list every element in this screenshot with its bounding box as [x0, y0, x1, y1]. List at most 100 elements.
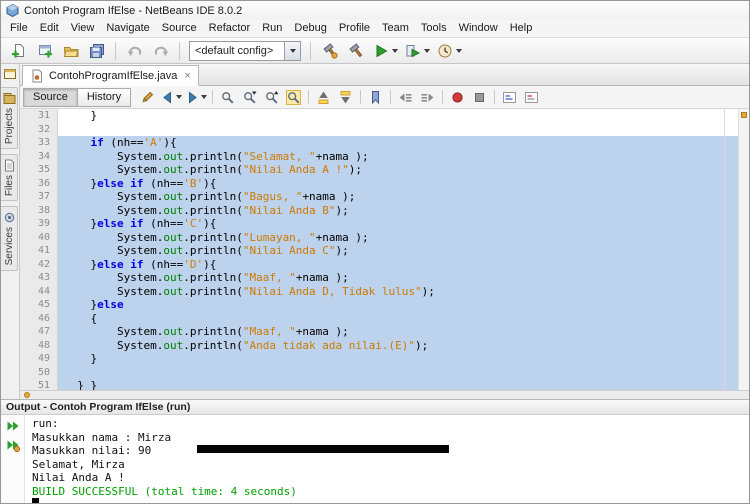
- sidebar-tab-files[interactable]: Files: [1, 154, 18, 202]
- profile-button[interactable]: [434, 40, 465, 62]
- debug-button[interactable]: [402, 40, 433, 62]
- code-line-37[interactable]: System.out.println("Bagus, "+nama );: [58, 190, 738, 204]
- redo-button[interactable]: [148, 40, 173, 62]
- window-group-icon[interactable]: [3, 67, 17, 81]
- code-line-34[interactable]: System.out.println("Selamat, "+nama );: [58, 149, 738, 163]
- new-file-button[interactable]: [6, 40, 31, 62]
- menu-refactor[interactable]: Refactor: [203, 20, 257, 37]
- code-line-41[interactable]: System.out.println("Nilai Anda C");: [58, 244, 738, 258]
- line-number[interactable]: 35: [20, 163, 57, 177]
- menu-run[interactable]: Run: [256, 20, 288, 37]
- menu-debug[interactable]: Debug: [288, 20, 332, 37]
- code-line-48[interactable]: System.out.println("Anda tidak ada nilai…: [58, 338, 738, 352]
- shift-right-button[interactable]: [417, 87, 438, 107]
- menu-help[interactable]: Help: [504, 20, 539, 37]
- menu-profile[interactable]: Profile: [333, 20, 376, 37]
- sidebar-tab-projects[interactable]: Projects: [1, 87, 18, 150]
- menu-tools[interactable]: Tools: [415, 20, 453, 37]
- line-number[interactable]: 42: [20, 258, 57, 272]
- line-number[interactable]: 50: [20, 366, 57, 380]
- code-line-35[interactable]: System.out.println("Nilai Anda A !");: [58, 163, 738, 177]
- find-next-button[interactable]: [239, 87, 260, 107]
- forward-button[interactable]: [184, 87, 208, 107]
- line-number[interactable]: 41: [20, 244, 57, 258]
- line-number[interactable]: 44: [20, 285, 57, 299]
- output-header[interactable]: Output - Contoh Program IfElse (run): [1, 400, 749, 415]
- menu-navigate[interactable]: Navigate: [100, 20, 155, 37]
- code-line-43[interactable]: System.out.println("Maaf, "+nama );: [58, 271, 738, 285]
- menu-file[interactable]: File: [4, 20, 34, 37]
- menu-edit[interactable]: Edit: [34, 20, 65, 37]
- toggle-highlight-button[interactable]: [283, 87, 304, 107]
- code-line-36[interactable]: }else if (nh=='B'){: [58, 176, 738, 190]
- line-number[interactable]: 37: [20, 190, 57, 204]
- line-number[interactable]: 48: [20, 339, 57, 353]
- build-button[interactable]: [343, 40, 368, 62]
- code-line-33[interactable]: if (nh=='A'){: [58, 136, 738, 150]
- code-line-51[interactable]: } }: [58, 379, 738, 390]
- view-button-history[interactable]: History: [77, 87, 132, 107]
- code-line-46[interactable]: {: [58, 311, 738, 325]
- sidebar-rail: Projects Files Services: [1, 64, 20, 399]
- error-stripe[interactable]: [738, 109, 749, 390]
- code-area[interactable]: } if (nh=='A'){ System.out.println("Sela…: [58, 109, 738, 390]
- line-number[interactable]: 49: [20, 352, 57, 366]
- run-button[interactable]: [370, 40, 401, 62]
- line-number[interactable]: 45: [20, 298, 57, 312]
- back-button[interactable]: [159, 87, 183, 107]
- code-line-47[interactable]: System.out.println("Maaf, "+nama );: [58, 325, 738, 339]
- menu-source[interactable]: Source: [156, 20, 203, 37]
- line-number[interactable]: 43: [20, 271, 57, 285]
- next-occurrence-button[interactable]: [335, 87, 356, 107]
- uncomment-button[interactable]: [521, 87, 542, 107]
- line-number[interactable]: 32: [20, 123, 57, 137]
- find-selection-button[interactable]: [217, 87, 238, 107]
- line-number[interactable]: 38: [20, 204, 57, 218]
- tab-close-icon[interactable]: ×: [184, 70, 190, 82]
- config-dropdown-arrow-icon[interactable]: [284, 41, 300, 60]
- save-all-button[interactable]: [84, 40, 109, 62]
- code-line-38[interactable]: System.out.println("Nilai Anda B");: [58, 203, 738, 217]
- find-previous-button[interactable]: [261, 87, 282, 107]
- rerun-button[interactable]: [4, 418, 22, 434]
- comment-button[interactable]: [499, 87, 520, 107]
- code-line-39[interactable]: }else if (nh=='C'){: [58, 217, 738, 231]
- stop-macro-button[interactable]: [469, 87, 490, 107]
- code-line-32[interactable]: [58, 123, 738, 137]
- code-line-40[interactable]: System.out.println("Lumayan, "+nama );: [58, 230, 738, 244]
- line-number[interactable]: 34: [20, 150, 57, 164]
- clean-build-button[interactable]: [317, 40, 342, 62]
- code-line-45[interactable]: }else: [58, 298, 738, 312]
- menu-team[interactable]: Team: [376, 20, 415, 37]
- line-number[interactable]: 46: [20, 312, 57, 326]
- start-macro-button[interactable]: [447, 87, 468, 107]
- sidebar-tab-services[interactable]: Services: [1, 206, 18, 271]
- view-button-source[interactable]: Source: [23, 87, 78, 107]
- line-number[interactable]: 39: [20, 217, 57, 231]
- code-line-31[interactable]: }: [58, 109, 738, 123]
- undo-button[interactable]: [122, 40, 147, 62]
- output-console[interactable]: run: Masukkan nama : Mirza Masukkan nilai:…: [25, 415, 749, 503]
- gutter[interactable]: 31 32 33 34 35 36 37 38 39 40 41 42 43 44 45 46 47 48 49 50…: [20, 109, 58, 391]
- code-line-49[interactable]: }: [58, 352, 738, 366]
- line-number[interactable]: 31: [20, 109, 57, 123]
- last-edit-button[interactable]: [137, 87, 158, 107]
- new-project-button[interactable]: [32, 40, 57, 62]
- line-number[interactable]: 47: [20, 325, 57, 339]
- menu-view[interactable]: View: [65, 20, 101, 37]
- output-title: Output - Contoh Program IfElse (run): [6, 401, 191, 413]
- line-number[interactable]: 36: [20, 177, 57, 191]
- config-dropdown[interactable]: <default config>: [189, 40, 301, 61]
- previous-occurrence-button[interactable]: [313, 87, 334, 107]
- line-number[interactable]: 33: [20, 136, 57, 150]
- code-line-50[interactable]: [58, 365, 738, 379]
- shift-left-button[interactable]: [395, 87, 416, 107]
- line-number[interactable]: 40: [20, 231, 57, 245]
- tab-contohprogramifelse-java[interactable]: ContohProgramIfElse.java ×: [22, 65, 199, 86]
- open-project-button[interactable]: [58, 40, 83, 62]
- rerun-modified-button[interactable]: [4, 437, 22, 453]
- code-line-44[interactable]: System.out.println("Nilai Anda D, Tidak …: [58, 284, 738, 298]
- toggle-bookmark-button[interactable]: [365, 87, 386, 107]
- menu-window[interactable]: Window: [453, 20, 504, 37]
- code-line-42[interactable]: }else if (nh=='D'){: [58, 257, 738, 271]
